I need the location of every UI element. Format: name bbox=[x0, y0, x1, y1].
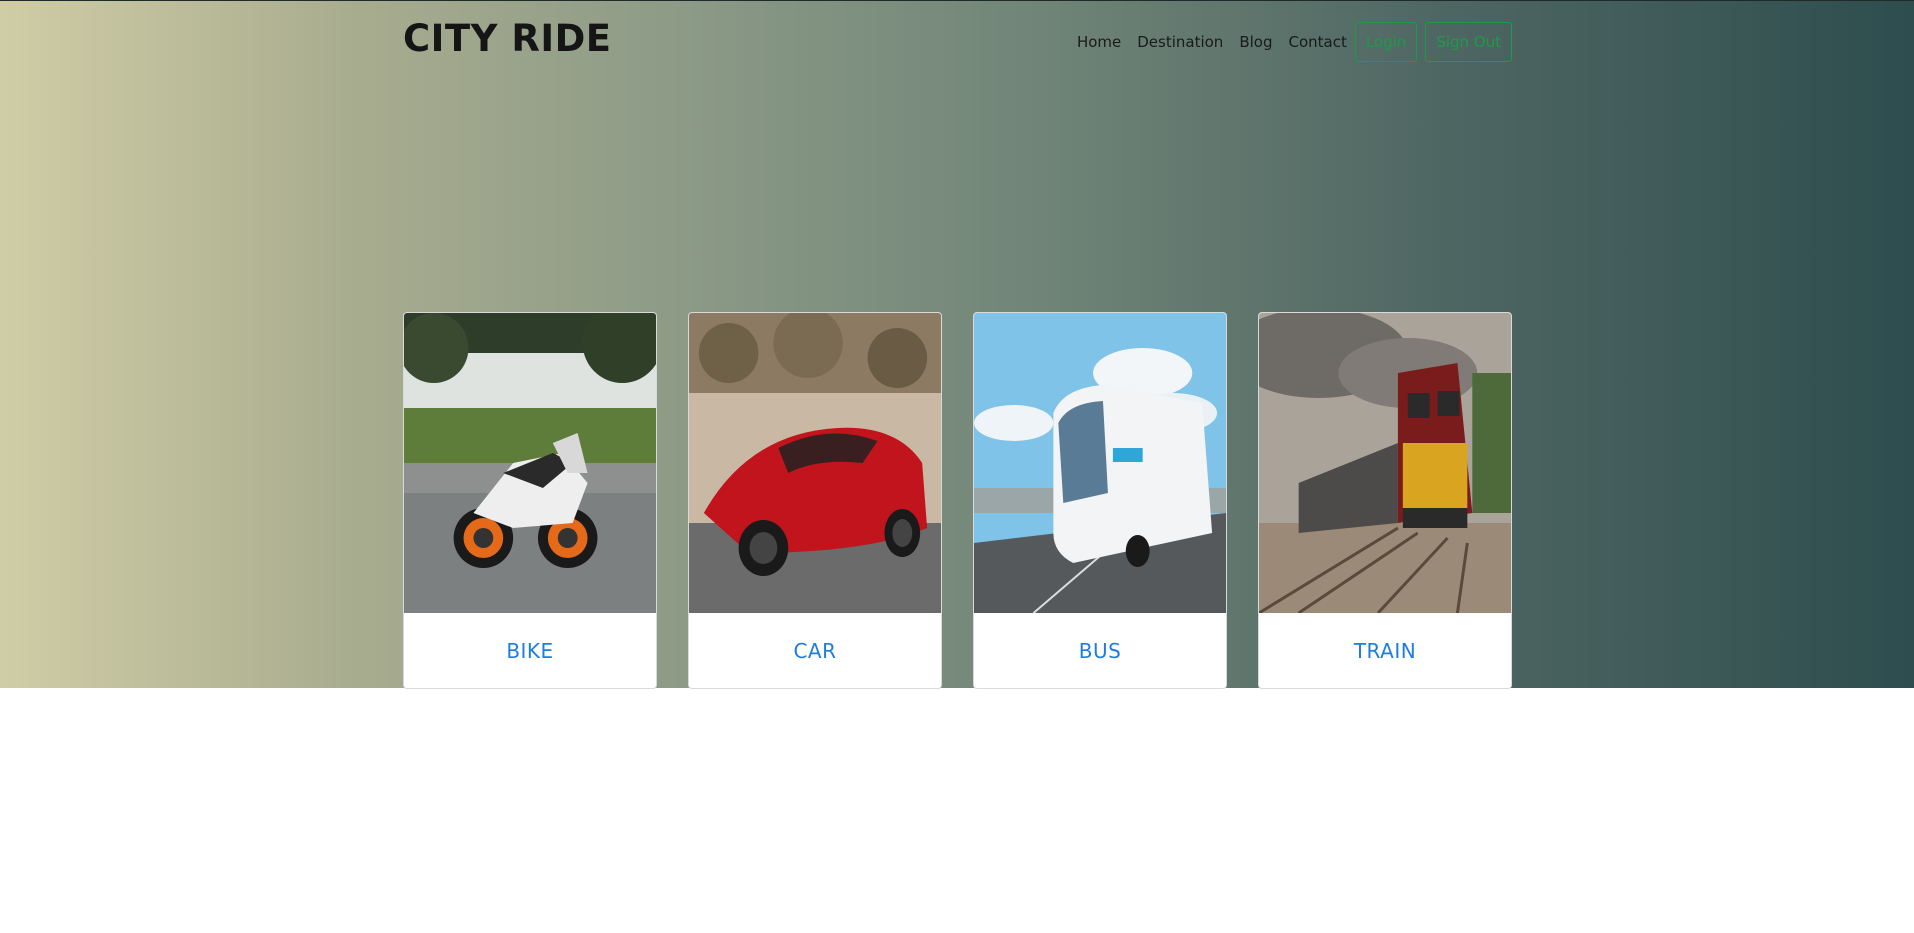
motorcycle-photo bbox=[404, 313, 656, 613]
vehicle-card-train[interactable]: TRAIN bbox=[1258, 312, 1512, 689]
coach-bus-photo bbox=[974, 313, 1226, 613]
login-button[interactable]: Login bbox=[1354, 22, 1418, 62]
card-title-car[interactable]: CAR bbox=[689, 613, 941, 688]
nav-link-home[interactable]: Home bbox=[1077, 33, 1121, 51]
vehicle-cards: BIKE CAR BUS TRAIN bbox=[403, 312, 1512, 689]
card-title-bus[interactable]: BUS bbox=[974, 613, 1226, 688]
card-title-train[interactable]: TRAIN bbox=[1259, 613, 1511, 688]
freight-train-photo bbox=[1259, 313, 1511, 613]
vehicle-card-bus[interactable]: BUS bbox=[973, 312, 1227, 689]
vehicle-card-bike[interactable]: BIKE bbox=[403, 312, 657, 689]
nav-link-contact[interactable]: Contact bbox=[1288, 33, 1346, 51]
nav-link-destination[interactable]: Destination bbox=[1137, 33, 1223, 51]
site-logo[interactable]: CITY RIDE bbox=[403, 17, 612, 60]
sports-car-photo bbox=[689, 313, 941, 613]
main-nav: Home Destination Blog Contact Login Sign… bbox=[1061, 22, 1512, 62]
hero-banner: CITY RIDE Home Destination Blog Contact … bbox=[0, 0, 1914, 689]
card-title-bike[interactable]: BIKE bbox=[404, 613, 656, 688]
nav-link-blog[interactable]: Blog bbox=[1239, 33, 1272, 51]
vehicle-card-car[interactable]: CAR bbox=[688, 312, 942, 689]
sign-out-button[interactable]: Sign Out bbox=[1425, 22, 1512, 62]
